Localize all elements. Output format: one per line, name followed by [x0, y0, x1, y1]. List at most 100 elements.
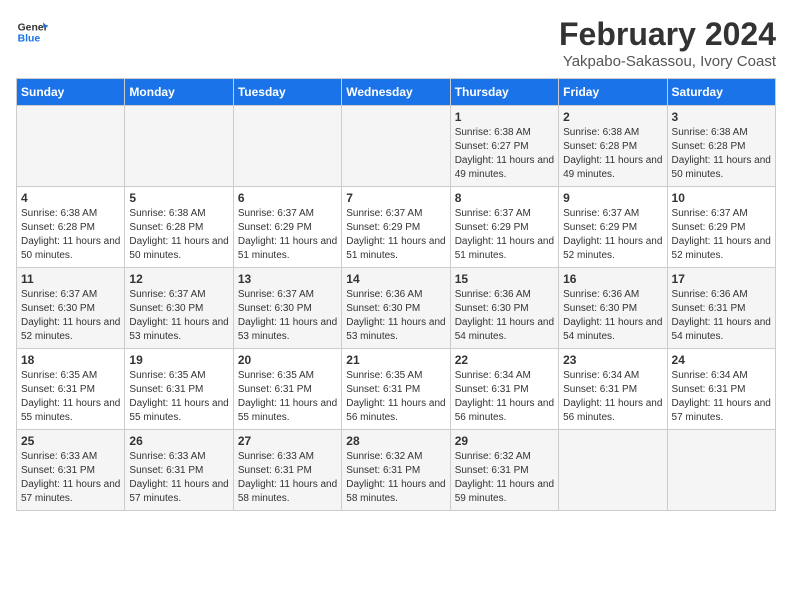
- day-info: Sunrise: 6:36 AMSunset: 6:30 PMDaylight:…: [346, 288, 445, 344]
- day-info: Sunrise: 6:37 AMSunset: 6:30 PMDaylight:…: [21, 288, 120, 344]
- calendar-cell: 2Sunrise: 6:38 AMSunset: 6:28 PMDaylight…: [559, 106, 667, 187]
- calendar-cell: 7 Sunrise: 6:37 AMSunset: 6:29 PMDaylight…: [342, 187, 450, 268]
- day-number: 28: [346, 434, 445, 448]
- calendar-cell: 21 Sunrise: 6:35 AMSunset: 6:31 PMDayligh…: [342, 349, 450, 430]
- calendar-cell: 23 Sunrise: 6:34 AMSunset: 6:31 PMDayligh…: [559, 349, 667, 430]
- day-number: 19: [129, 353, 228, 367]
- day-number: 5: [129, 191, 228, 205]
- day-number: 11: [21, 272, 120, 286]
- calendar-cell: 14 Sunrise: 6:36 AMSunset: 6:30 PMDayligh…: [342, 268, 450, 349]
- calendar-cell: 9 Sunrise: 6:37 AMSunset: 6:29 PMDaylight…: [559, 187, 667, 268]
- day-info: Sunrise: 6:38 AMSunset: 6:27 PMDaylight:…: [455, 126, 554, 182]
- day-number: 3: [672, 110, 771, 124]
- calendar-week-row: 18 Sunrise: 6:35 AMSunset: 6:31 PMDayligh…: [17, 349, 776, 430]
- weekday-label: Friday: [559, 79, 667, 106]
- day-info: Sunrise: 6:37 AMSunset: 6:29 PMDaylight:…: [455, 207, 554, 263]
- day-number: 23: [563, 353, 662, 367]
- page-subtitle: Yakpabo-Sakassou, Ivory Coast: [559, 53, 776, 70]
- day-number: 6: [238, 191, 337, 205]
- day-number: 12: [129, 272, 228, 286]
- calendar-header: SundayMondayTuesdayWednesdayThursdayFrid…: [17, 79, 776, 106]
- day-info: Sunrise: 6:32 AMSunset: 6:31 PMDaylight:…: [346, 450, 445, 506]
- day-info: Sunrise: 6:37 AMSunset: 6:29 PMDaylight:…: [672, 207, 771, 263]
- calendar-cell: 5 Sunrise: 6:38 AMSunset: 6:28 PMDaylight…: [125, 187, 233, 268]
- day-number: 27: [238, 434, 337, 448]
- calendar-cell: 13Sunrise: 6:37 AMSunset: 6:30 PMDayligh…: [233, 268, 341, 349]
- day-number: 9: [563, 191, 662, 205]
- day-info: Sunrise: 6:37 AMSunset: 6:29 PMDaylight:…: [238, 207, 337, 263]
- day-info: Sunrise: 6:38 AMSunset: 6:28 PMDaylight:…: [672, 126, 771, 182]
- weekday-label: Wednesday: [342, 79, 450, 106]
- calendar-table: SundayMondayTuesdayWednesdayThursdayFrid…: [16, 78, 776, 511]
- calendar-cell: 6 Sunrise: 6:37 AMSunset: 6:29 PMDaylight…: [233, 187, 341, 268]
- header: General Blue February 2024 Yakpabo-Sakas…: [16, 16, 776, 70]
- day-info: Sunrise: 6:35 AMSunset: 6:31 PMDaylight:…: [21, 369, 120, 425]
- day-number: 21: [346, 353, 445, 367]
- calendar-cell: 22 Sunrise: 6:34 AMSunset: 6:31 PMDayligh…: [450, 349, 558, 430]
- day-number: 17: [672, 272, 771, 286]
- day-number: 15: [455, 272, 554, 286]
- weekday-label: Tuesday: [233, 79, 341, 106]
- calendar-week-row: 1 Sunrise: 6:38 AMSunset: 6:27 PMDaylight…: [17, 106, 776, 187]
- page-title: February 2024: [559, 16, 776, 53]
- calendar-cell: 3 Sunrise: 6:38 AMSunset: 6:28 PMDaylight…: [667, 106, 775, 187]
- calendar-cell: 8 Sunrise: 6:37 AMSunset: 6:29 PMDaylight…: [450, 187, 558, 268]
- calendar-cell: [17, 106, 125, 187]
- day-number: 25: [21, 434, 120, 448]
- day-info: Sunrise: 6:35 AMSunset: 6:31 PMDaylight:…: [346, 369, 445, 425]
- calendar-cell: 11 Sunrise: 6:37 AMSunset: 6:30 PMDayligh…: [17, 268, 125, 349]
- day-number: 26: [129, 434, 228, 448]
- day-number: 24: [672, 353, 771, 367]
- calendar-cell: [559, 430, 667, 511]
- day-info: Sunrise: 6:37 AMSunset: 6:29 PMDaylight:…: [563, 207, 662, 263]
- weekday-label: Thursday: [450, 79, 558, 106]
- calendar-week-row: 4 Sunrise: 6:38 AMSunset: 6:28 PMDaylight…: [17, 187, 776, 268]
- day-number: 20: [238, 353, 337, 367]
- weekday-label: Saturday: [667, 79, 775, 106]
- day-number: 18: [21, 353, 120, 367]
- svg-text:Blue: Blue: [18, 34, 41, 45]
- day-number: 16: [563, 272, 662, 286]
- day-info: Sunrise: 6:35 AMSunset: 6:31 PMDaylight:…: [129, 369, 228, 425]
- day-info: Sunrise: 6:34 AMSunset: 6:31 PMDaylight:…: [563, 369, 662, 425]
- day-info: Sunrise: 6:37 AMSunset: 6:30 PMDaylight:…: [129, 288, 228, 344]
- day-info: Sunrise: 6:38 AMSunset: 6:28 PMDaylight:…: [129, 207, 228, 263]
- calendar-cell: 15Sunrise: 6:36 AMSunset: 6:30 PMDayligh…: [450, 268, 558, 349]
- day-number: 8: [455, 191, 554, 205]
- day-info: Sunrise: 6:35 AMSunset: 6:31 PMDaylight:…: [238, 369, 337, 425]
- day-info: Sunrise: 6:32 AMSunset: 6:31 PMDaylight:…: [455, 450, 554, 506]
- day-info: Sunrise: 6:33 AMSunset: 6:31 PMDaylight:…: [238, 450, 337, 506]
- logo-icon: General Blue: [16, 16, 48, 48]
- calendar-cell: 12 Sunrise: 6:37 AMSunset: 6:30 PMDayligh…: [125, 268, 233, 349]
- calendar-cell: [125, 106, 233, 187]
- day-info: Sunrise: 6:36 AMSunset: 6:30 PMDaylight:…: [563, 288, 662, 344]
- weekday-header-row: SundayMondayTuesdayWednesdayThursdayFrid…: [17, 79, 776, 106]
- day-number: 2: [563, 110, 662, 124]
- calendar-cell: 4 Sunrise: 6:38 AMSunset: 6:28 PMDaylight…: [17, 187, 125, 268]
- calendar-cell: 27 Sunrise: 6:33 AMSunset: 6:31 PMDayligh…: [233, 430, 341, 511]
- calendar-week-row: 11 Sunrise: 6:37 AMSunset: 6:30 PMDayligh…: [17, 268, 776, 349]
- day-number: 1: [455, 110, 554, 124]
- day-info: Sunrise: 6:36 AMSunset: 6:31 PMDaylight:…: [672, 288, 771, 344]
- day-info: Sunrise: 6:33 AMSunset: 6:31 PMDaylight:…: [129, 450, 228, 506]
- calendar-week-row: 25 Sunrise: 6:33 AMSunset: 6:31 PMDayligh…: [17, 430, 776, 511]
- day-number: 7: [346, 191, 445, 205]
- day-number: 14: [346, 272, 445, 286]
- calendar-cell: 26 Sunrise: 6:33 AMSunset: 6:31 PMDayligh…: [125, 430, 233, 511]
- day-info: Sunrise: 6:37 AMSunset: 6:29 PMDaylight:…: [346, 207, 445, 263]
- weekday-label: Monday: [125, 79, 233, 106]
- calendar-cell: 16 Sunrise: 6:36 AMSunset: 6:30 PMDayligh…: [559, 268, 667, 349]
- day-number: 10: [672, 191, 771, 205]
- calendar-cell: [233, 106, 341, 187]
- calendar-cell: 17 Sunrise: 6:36 AMSunset: 6:31 PMDayligh…: [667, 268, 775, 349]
- day-number: 22: [455, 353, 554, 367]
- day-info: Sunrise: 6:38 AMSunset: 6:28 PMDaylight:…: [21, 207, 120, 263]
- day-number: 4: [21, 191, 120, 205]
- day-info: Sunrise: 6:34 AMSunset: 6:31 PMDaylight:…: [672, 369, 771, 425]
- weekday-label: Sunday: [17, 79, 125, 106]
- calendar-cell: 25Sunrise: 6:33 AMSunset: 6:31 PMDayligh…: [17, 430, 125, 511]
- calendar-cell: 20 Sunrise: 6:35 AMSunset: 6:31 PMDayligh…: [233, 349, 341, 430]
- calendar-body: 1 Sunrise: 6:38 AMSunset: 6:27 PMDaylight…: [17, 106, 776, 511]
- logo: General Blue: [16, 16, 48, 48]
- day-info: Sunrise: 6:34 AMSunset: 6:31 PMDaylight:…: [455, 369, 554, 425]
